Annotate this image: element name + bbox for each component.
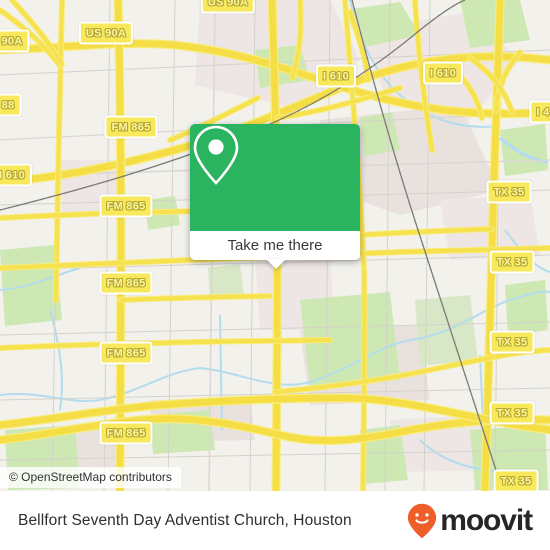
popup-action-area[interactable]: Take me there — [190, 231, 360, 260]
road-shield: TX 35 — [486, 180, 532, 204]
popup-icon-area — [190, 124, 360, 231]
road-shield: FM 865 — [99, 271, 153, 295]
openstreetmap-attribution[interactable]: © OpenStreetMap contributors — [0, 467, 181, 488]
road-shield-label: 90A — [1, 35, 23, 48]
road-shield-label: I 610 — [430, 67, 456, 80]
road-shield-label: US 90A — [85, 27, 127, 40]
road-shield: I 610 — [423, 61, 463, 85]
road-shield-label: TX 35 — [496, 336, 528, 349]
road-shield: FM 865 — [99, 194, 153, 218]
road-shield-label: TX 35 — [500, 475, 532, 488]
moovit-logo[interactable]: moovit — [407, 503, 533, 539]
road-shield-label: TX 35 — [493, 186, 525, 199]
map-canvas[interactable]: .park{fill:#CDE8B2;} .parkd{fill:#D8E8C6… — [0, 0, 550, 491]
road-shield-label: US 90A — [207, 0, 249, 9]
road-shield: US 90A — [78, 21, 134, 45]
road-shield-label: I 610 — [0, 169, 25, 182]
road-shield: FM 865 — [99, 421, 153, 445]
road-shield: I 610 — [0, 163, 32, 187]
footer-bar: Bellfort Seventh Day Adventist Church, H… — [0, 491, 550, 550]
road-shield-label: I 610 — [323, 70, 349, 83]
road-shield-label: FM 865 — [106, 277, 146, 290]
map-pin-icon — [193, 125, 239, 185]
road-shield-label: FM 865 — [106, 200, 146, 213]
road-shield: TX 35 — [489, 250, 535, 274]
road-shield: I 4 — [529, 100, 550, 124]
moovit-smiley-pin-icon — [408, 503, 437, 538]
road-shield-label: TX 35 — [496, 407, 528, 420]
road-shield: I 610 — [316, 64, 356, 88]
location-title: Bellfort Seventh Day Adventist Church, H… — [18, 511, 352, 529]
popup-pointer-triangle — [266, 259, 286, 269]
road-shield-label: I 4 — [536, 106, 550, 119]
road-shield: 90A — [0, 29, 30, 53]
road-shield: TX 35 — [489, 330, 535, 354]
road-shield-label: 88 — [1, 99, 15, 112]
road-shield: US 90A — [200, 0, 256, 14]
road-shield: TX 35 — [489, 401, 535, 425]
take-me-there-label: Take me there — [227, 237, 323, 254]
road-shield: FM 865 — [104, 115, 158, 139]
road-shield-label: FM 865 — [111, 121, 151, 134]
map-screenshot-page: .park{fill:#CDE8B2;} .parkd{fill:#D8E8C6… — [0, 0, 550, 550]
road-shield-label: FM 865 — [106, 347, 146, 360]
road-shield-label: FM 865 — [106, 427, 146, 440]
road-shield-label: TX 35 — [496, 256, 528, 269]
road-shield: TX 35 — [493, 469, 539, 491]
road-shield: 88 — [0, 93, 22, 117]
road-shield: FM 865 — [99, 341, 153, 365]
destination-popup-card[interactable]: Take me there — [190, 124, 360, 260]
moovit-wordmark: moovit — [440, 503, 533, 537]
